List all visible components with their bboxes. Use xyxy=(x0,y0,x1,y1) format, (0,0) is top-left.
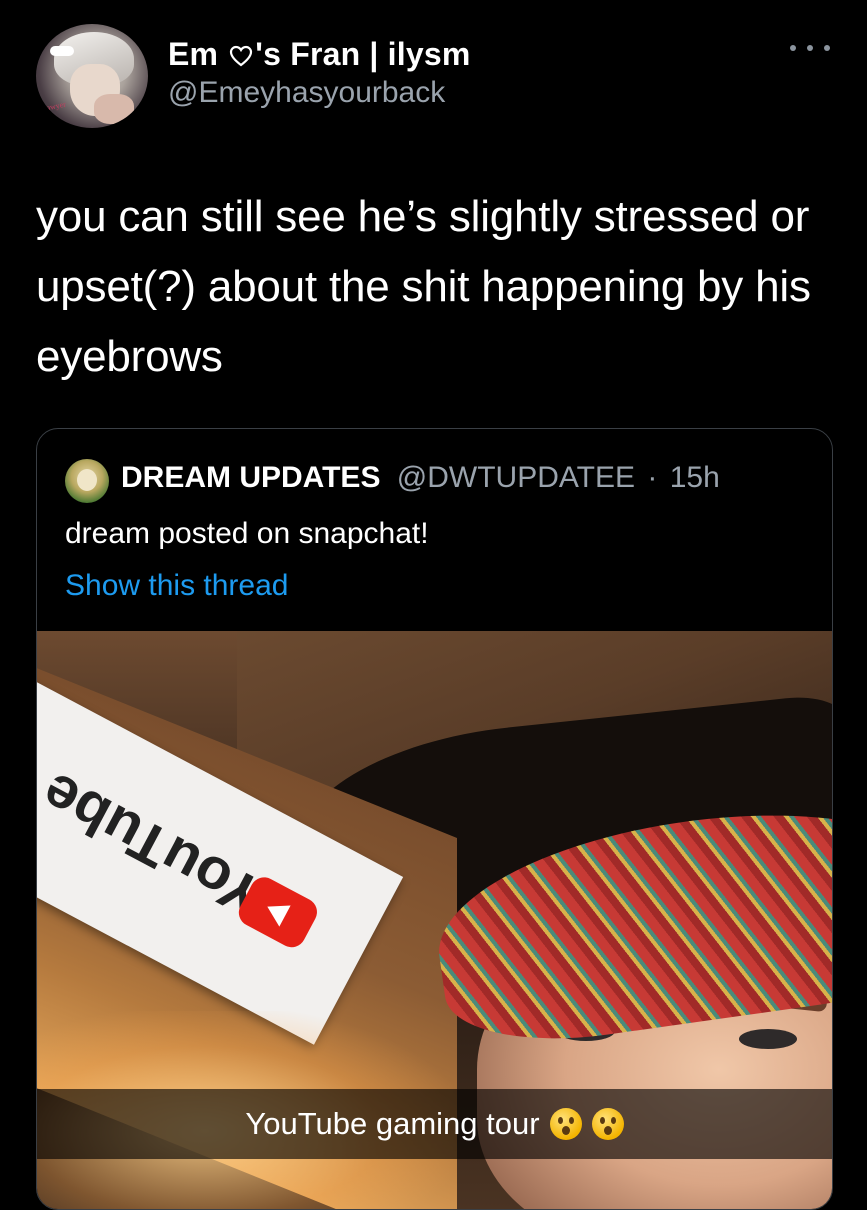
show-thread-link[interactable]: Show this thread xyxy=(65,569,288,603)
quoted-tweet-photo[interactable]: YouTube Ga YouTube gaming tour xyxy=(37,631,832,1209)
surprised-face-emoji-icon xyxy=(591,1108,624,1140)
quoted-tweet-header: DREAM UPDATES @DWTUPDATEE · 15h xyxy=(121,461,720,495)
display-name-prefix: Em xyxy=(168,36,219,72)
quoted-tweet-time: 15h xyxy=(669,461,720,494)
header-separator: · xyxy=(647,461,658,494)
snapchat-caption-bar: YouTube gaming tour xyxy=(37,1089,832,1159)
avatar-hand xyxy=(94,94,134,124)
quoted-author-handle[interactable]: @DWTUPDATEE xyxy=(397,461,635,494)
more-options-icon[interactable] xyxy=(790,40,830,56)
surprised-face-emoji-icon xyxy=(549,1108,582,1140)
snapchat-caption: YouTube gaming tour xyxy=(245,1106,540,1141)
avatar-badge xyxy=(50,46,74,56)
avatar-tag: Sawyer xyxy=(41,99,67,114)
quoted-tweet-text: dream posted on snapchat! xyxy=(65,517,429,550)
author-display-name[interactable]: Em 's Fran | ilysm xyxy=(168,36,471,73)
author-avatar[interactable]: Sawyer xyxy=(36,24,148,128)
heart-outline-icon xyxy=(230,45,253,67)
display-name-suffix: 's Fran | ilysm xyxy=(255,36,471,72)
right-eye xyxy=(739,1029,797,1049)
quoted-author-avatar[interactable] xyxy=(65,459,109,503)
quoted-author-name[interactable]: DREAM UPDATES xyxy=(121,461,380,494)
author-handle[interactable]: @Emeyhasyourback xyxy=(168,76,445,110)
tweet-text: you can still see he’s slightly stressed… xyxy=(36,192,811,381)
quoted-tweet-card[interactable]: DREAM UPDATES @DWTUPDATEE · 15h dream po… xyxy=(36,428,833,1210)
